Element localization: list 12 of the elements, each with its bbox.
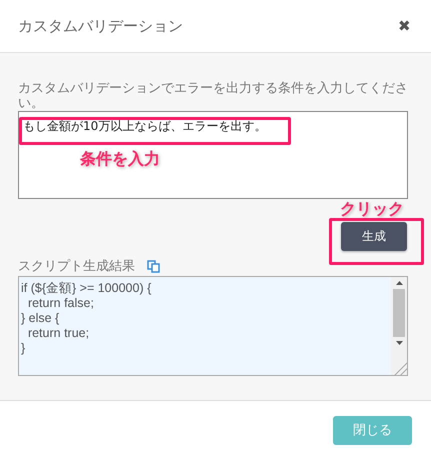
scroll-down-icon[interactable] xyxy=(396,341,402,345)
script-code: if (${金額} >= 100000) { return false; } else { return true; } xyxy=(20,280,152,357)
result-field[interactable]: if (${金額} >= 100000) { return false; } else { return true; } xyxy=(18,276,408,376)
dialog-title: カスタムバリデーション xyxy=(18,16,183,36)
callout-text: クリック xyxy=(340,200,404,218)
scrollbar[interactable] xyxy=(391,277,407,375)
result-label: スクリプト生成結果 xyxy=(18,259,135,274)
copy-icon[interactable] xyxy=(147,260,160,273)
generate-button[interactable]: 生成 xyxy=(341,222,407,251)
scroll-up-icon[interactable] xyxy=(396,281,402,285)
callout-text: 条件を入力 xyxy=(80,150,160,168)
instruction-text: カスタムバリデーションでエラーを出力する条件を入力してください。 xyxy=(18,81,408,111)
